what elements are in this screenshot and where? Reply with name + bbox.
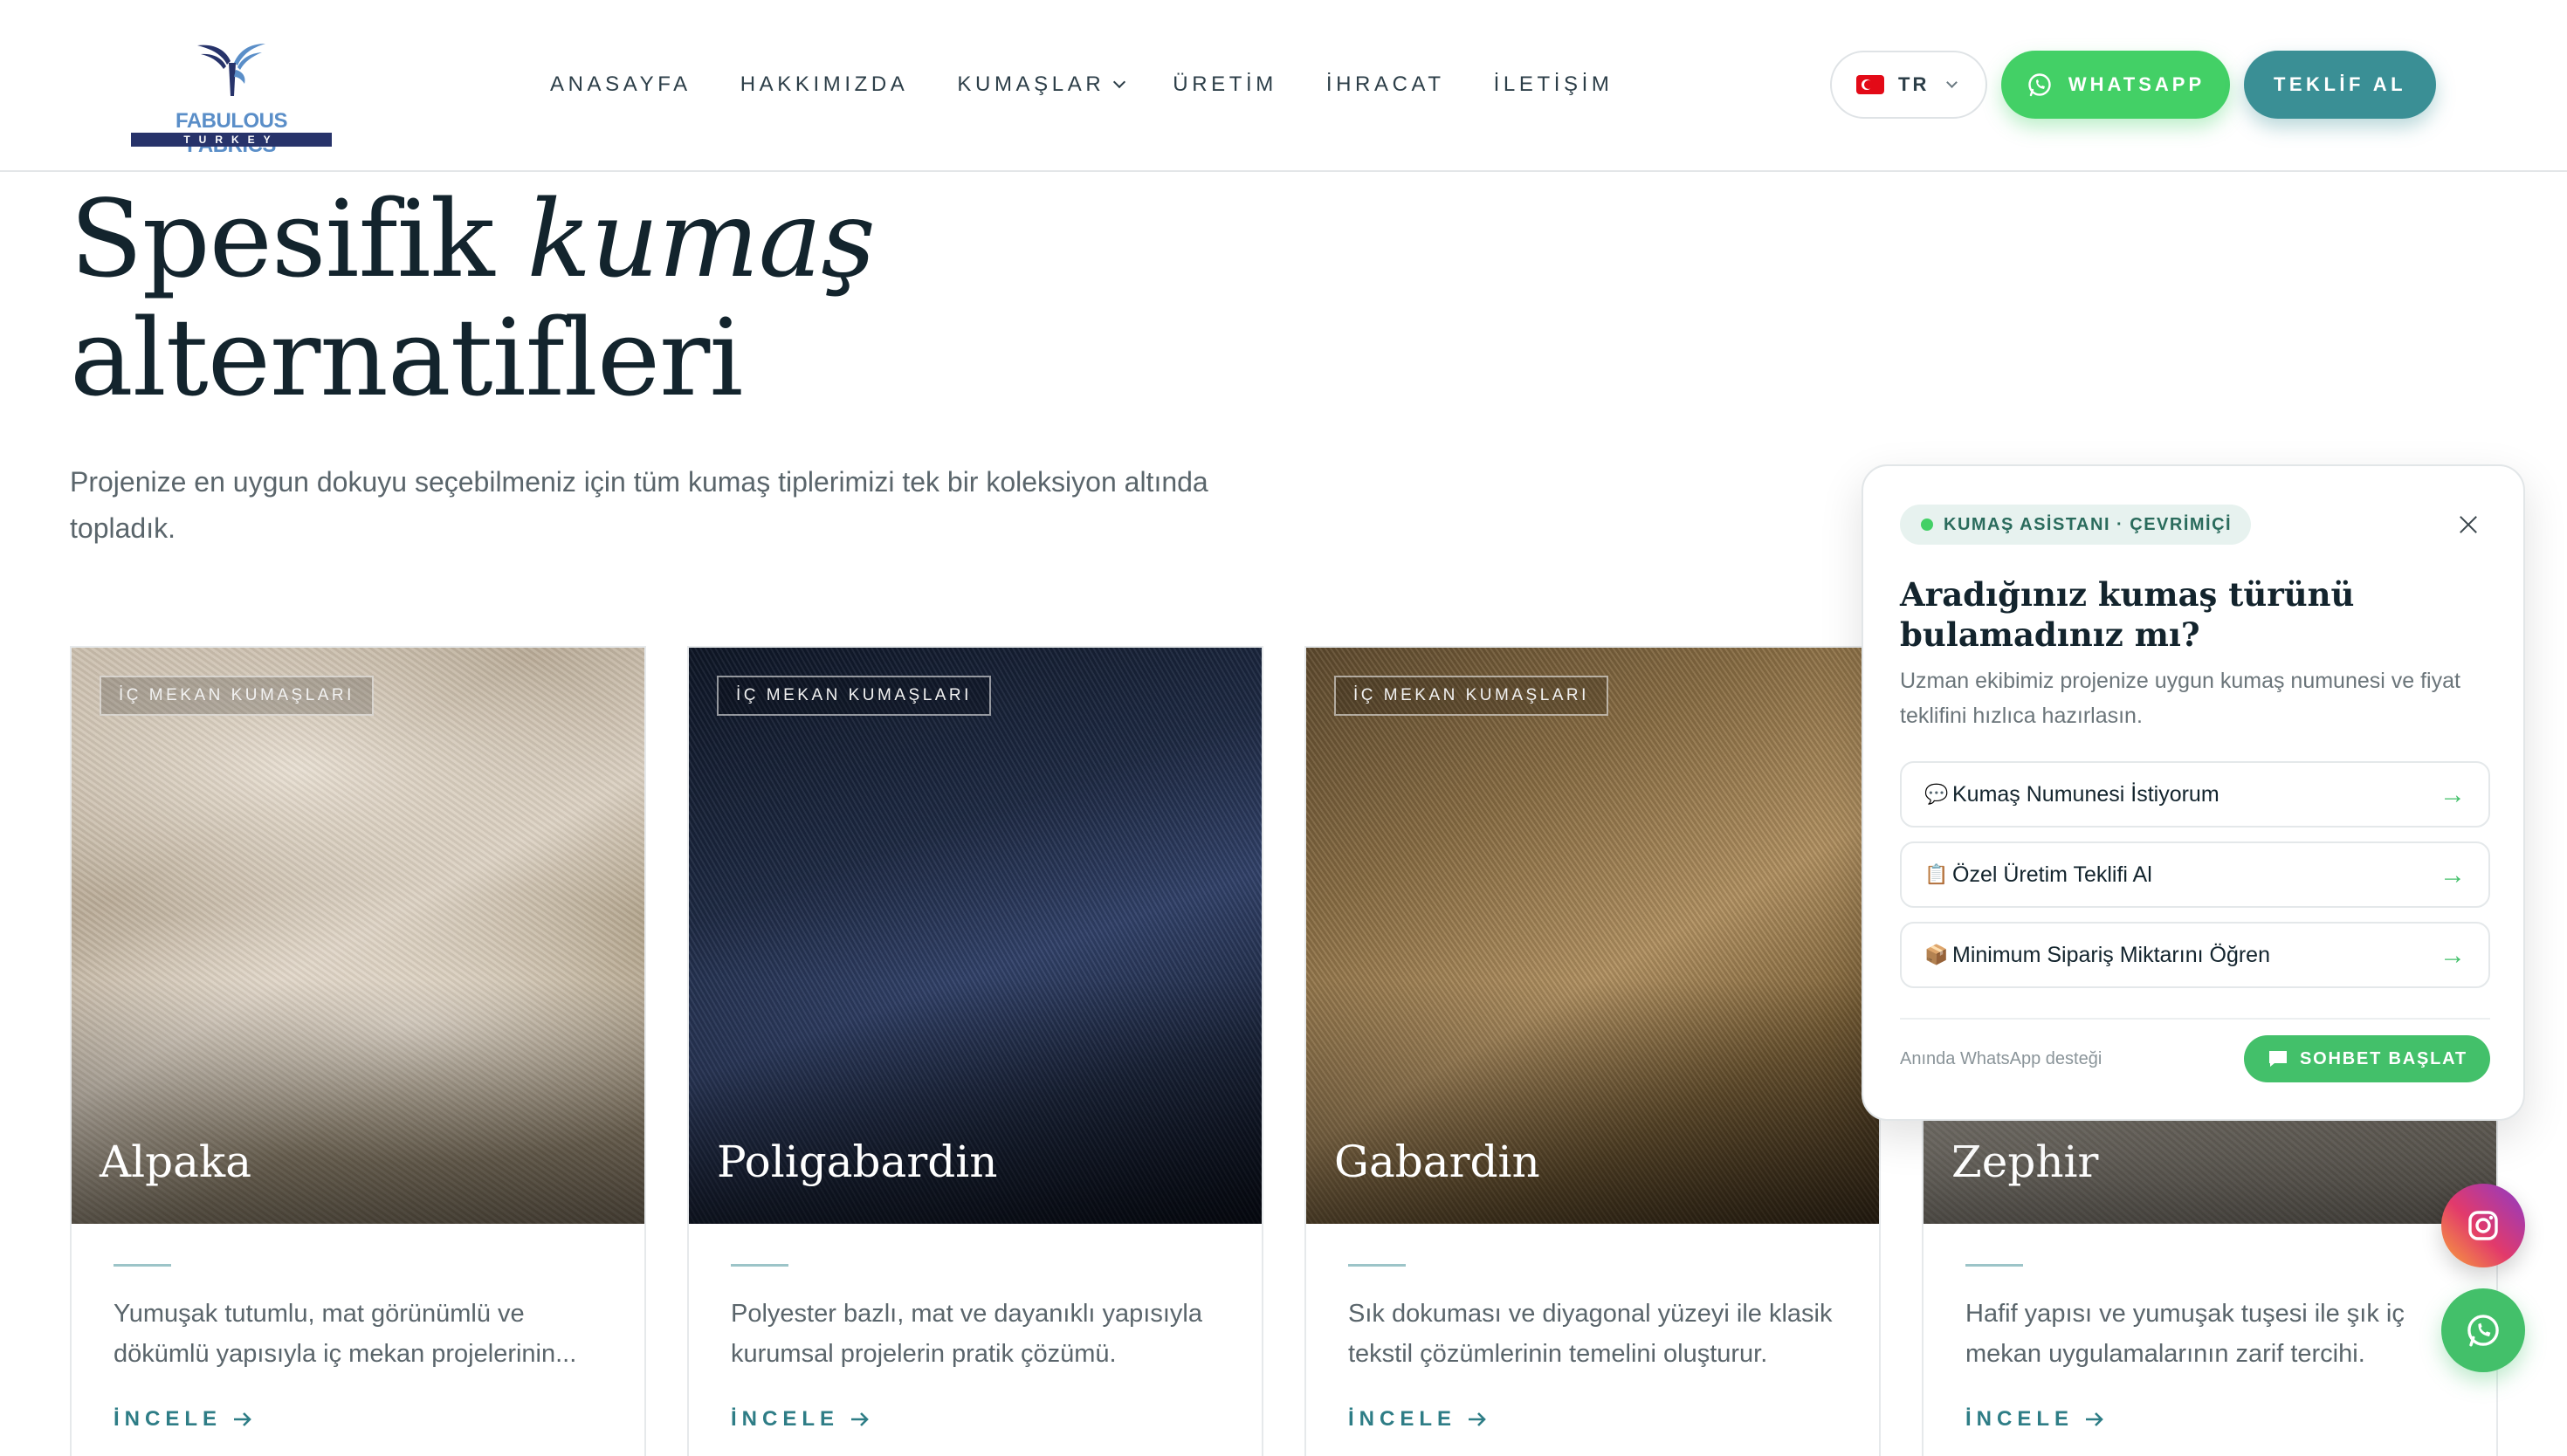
- fabric-description: Hafif yapısı ve yumuşak tuşesi ile şık i…: [1965, 1300, 2405, 1368]
- nav-item-fabrics-label: KUMAŞLAR: [957, 72, 1105, 96]
- fabric-description: Polyester bazlı, mat ve dayanıklı yapısı…: [731, 1300, 1202, 1368]
- site-header: FABULOUS FABRICS TURKEY ANASAYFA HAKKIMI…: [0, 0, 2567, 172]
- inspect-label: İNCELE: [114, 1407, 223, 1431]
- support-note: Anında WhatsApp desteği: [1900, 1049, 2102, 1068]
- brand-logo[interactable]: FABULOUS FABRICS TURKEY: [129, 38, 334, 157]
- inspect-link[interactable]: İNCELE: [114, 1407, 255, 1432]
- fabric-description: Sık dokuması ve diyagonal yüzeyi ile kla…: [1348, 1300, 1833, 1368]
- whatsapp-button-label: WHATSAPP: [2068, 73, 2206, 95]
- whatsapp-icon: [2467, 1315, 2499, 1347]
- whatsapp-float-button[interactable]: [2441, 1288, 2525, 1372]
- divider: [1348, 1264, 1406, 1267]
- inspect-label: İNCELE: [1965, 1407, 2075, 1431]
- nav-item-fabrics[interactable]: KUMAŞLAR: [957, 72, 1126, 98]
- nav-item-production[interactable]: ÜRETİM: [1173, 72, 1277, 98]
- clipboard-icon: 📋: [1924, 863, 1949, 885]
- instagram-button[interactable]: [2441, 1184, 2525, 1267]
- bird-logo-icon: [197, 44, 265, 96]
- category-tag: İÇ MEKAN KUMAŞLARI: [100, 676, 374, 716]
- image-shade: [689, 979, 1262, 1224]
- nav-item-home[interactable]: ANASAYFA: [550, 72, 692, 98]
- inspect-label: İNCELE: [1348, 1407, 1457, 1431]
- page-title: Spesifik kumaş alternatifleri: [70, 177, 876, 420]
- category-tag: İÇ MEKAN KUMAŞLARI: [717, 676, 991, 716]
- chat-bubble-icon: [2269, 1051, 2288, 1067]
- inspect-link[interactable]: İNCELE: [1348, 1407, 1490, 1432]
- online-dot-icon: [1921, 519, 1933, 531]
- fabric-assistant-panel: KUMAŞ ASİSTANI · ÇEVRİMİÇİ Aradığınız ku…: [1862, 464, 2525, 1121]
- divider: [1900, 1018, 2490, 1020]
- option-label: Minimum Sipariş Miktarını Öğren: [1952, 942, 2270, 967]
- nav-item-export[interactable]: İHRACAT: [1326, 72, 1445, 98]
- divider: [114, 1264, 171, 1267]
- assistant-status-label: KUMAŞ ASİSTANI · ÇEVRİMİÇİ: [1944, 514, 2233, 534]
- arrow-right-icon: [2086, 1412, 2103, 1426]
- language-selector[interactable]: TR: [1830, 51, 1987, 119]
- option-custom-production-quote[interactable]: 📋 Özel Üretim Teklifi Al →: [1900, 841, 2490, 908]
- arrow-right-icon: →: [2440, 780, 2466, 809]
- language-label: TR: [1898, 73, 1930, 95]
- assistant-title: Aradığınız kumaş türünü bulamadınız mı?: [1900, 575, 2355, 654]
- inspect-link[interactable]: İNCELE: [731, 1407, 872, 1432]
- turkey-flag-icon: [1856, 75, 1884, 94]
- fabric-name: Poligabardin: [717, 1137, 998, 1187]
- whatsapp-icon: [2028, 73, 2051, 97]
- assistant-description: Uzman ekibimiz projenize uygun kumaş num…: [1900, 669, 2460, 728]
- close-icon[interactable]: [2453, 510, 2483, 539]
- nav-item-about[interactable]: HAKKIMIZDA: [740, 72, 909, 98]
- option-label: Özel Üretim Teklifi Al: [1952, 862, 2152, 887]
- arrow-right-icon: →: [2440, 861, 2466, 889]
- inspect-link[interactable]: İNCELE: [1965, 1407, 2107, 1432]
- title-plain: Spesifik: [70, 177, 527, 301]
- instagram-icon: [2468, 1211, 2498, 1240]
- start-chat-label: SOHBET BAŞLAT: [2300, 1048, 2467, 1068]
- whatsapp-button[interactable]: WHATSAPP: [2001, 51, 2230, 119]
- title-line2: alternatifleri: [70, 296, 743, 420]
- fabric-image[interactable]: İÇ MEKAN KUMAŞLARI Alpaka: [72, 648, 644, 1224]
- main-nav: ANASAYFA HAKKIMIZDA KUMAŞLAR ÜRETİM İHRA…: [550, 72, 1662, 98]
- inspect-label: İNCELE: [731, 1407, 840, 1431]
- arrow-right-icon: →: [2440, 941, 2466, 970]
- speech-bubble-icon: 💬: [1924, 783, 1949, 805]
- fabric-card-alpaka[interactable]: İÇ MEKAN KUMAŞLARI Alpaka Yumuşak tutuml…: [70, 646, 646, 1456]
- image-shade: [1306, 979, 1879, 1224]
- package-icon: 📦: [1924, 944, 1949, 965]
- fabric-image[interactable]: İÇ MEKAN KUMAŞLARI Gabardin: [1306, 648, 1879, 1224]
- option-minimum-order[interactable]: 📦 Minimum Sipariş Miktarını Öğren →: [1900, 922, 2490, 988]
- fabric-name: Zephir: [1951, 1137, 2099, 1187]
- option-request-sample[interactable]: 💬 Kumaş Numunesi İstiyorum →: [1900, 761, 2490, 828]
- fabric-description: Yumuşak tutumlu, mat görünümlü ve döküml…: [114, 1300, 577, 1368]
- divider: [731, 1264, 788, 1267]
- assistant-status-badge: KUMAŞ ASİSTANI · ÇEVRİMİÇİ: [1900, 505, 2252, 545]
- option-label: Kumaş Numunesi İstiyorum: [1952, 781, 2219, 807]
- fabric-name: Alpaka: [100, 1137, 252, 1187]
- fabric-image[interactable]: İÇ MEKAN KUMAŞLARI Poligabardin: [689, 648, 1262, 1224]
- image-shade: [72, 979, 644, 1224]
- nav-item-contact[interactable]: İLETİŞİM: [1494, 72, 1614, 98]
- get-quote-button[interactable]: TEKLİF AL: [2244, 51, 2436, 119]
- fabric-card-gabardin[interactable]: İÇ MEKAN KUMAŞLARI Gabardin Sık dokuması…: [1304, 646, 1881, 1456]
- title-italic: kumaş: [526, 177, 876, 301]
- divider: [1965, 1264, 2023, 1267]
- brand-sub: TURKEY: [131, 133, 332, 147]
- chevron-down-icon: [1946, 76, 1958, 88]
- category-tag: İÇ MEKAN KUMAŞLARI: [1334, 676, 1608, 716]
- chevron-down-icon: [1113, 75, 1126, 89]
- arrow-right-icon: [1469, 1412, 1486, 1426]
- fabric-name: Gabardin: [1334, 1137, 1540, 1187]
- page-subtitle: Projenize en uygun dokuyu seçebilmeniz i…: [70, 466, 1208, 544]
- start-chat-button[interactable]: SOHBET BAŞLAT: [2244, 1035, 2490, 1082]
- arrow-right-icon: [851, 1412, 869, 1426]
- arrow-right-icon: [234, 1412, 251, 1426]
- fabric-card-poligabardin[interactable]: İÇ MEKAN KUMAŞLARI Poligabardin Polyeste…: [687, 646, 1263, 1456]
